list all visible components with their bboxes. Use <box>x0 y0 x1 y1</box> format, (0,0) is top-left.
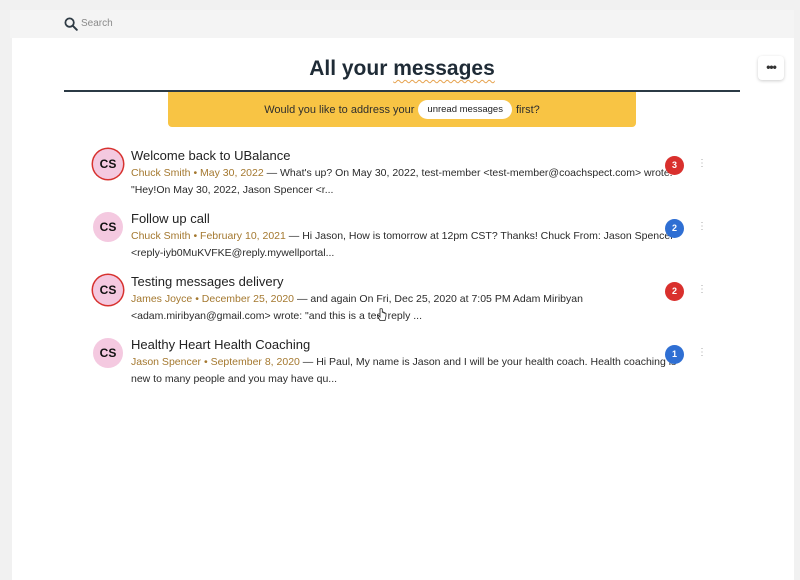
message-item[interactable]: CS Welcome back to UBalance Chuck Smith • … <box>90 147 710 205</box>
message-author: James Joyce <box>131 293 193 305</box>
page-title-prefix: All your <box>309 57 394 80</box>
meta-separator: • <box>190 230 201 242</box>
unread-count-badge: 3 <box>665 156 684 175</box>
more-options-button[interactable]: ••• <box>758 56 784 80</box>
unread-count-badge: 2 <box>665 282 684 301</box>
unread-count-badge: 2 <box>665 219 684 238</box>
message-meta: Jason Spencer • September 8, 2020 — Hi P… <box>131 356 676 368</box>
message-item[interactable]: CS Testing messages delivery James Joyce •… <box>90 273 710 331</box>
message-options-icon[interactable]: ⋮ <box>694 283 710 297</box>
search-input[interactable]: Search <box>81 18 113 29</box>
banner-suffix: first? <box>515 103 540 116</box>
message-subject[interactable]: Welcome back to UBalance <box>131 148 290 163</box>
avatar: CS <box>93 149 123 179</box>
message-options-icon[interactable]: ⋮ <box>694 220 710 234</box>
message-excerpt-continued: new to many people and you may have qu..… <box>131 373 338 385</box>
unread-banner: Would you like to address your unread me… <box>168 92 636 127</box>
message-subject[interactable]: Follow up call <box>131 211 210 226</box>
top-search-bar[interactable]: Search <box>10 10 794 38</box>
meta-separator: • <box>201 356 211 368</box>
banner-prefix: Would you like to address your <box>264 103 415 116</box>
unread-messages-button[interactable]: unread messages <box>418 100 512 119</box>
message-date: September 8, 2020 <box>210 356 300 368</box>
message-excerpt-continued: "Hey!On May 30, 2022, Jason Spencer <r..… <box>131 184 334 196</box>
meta-separator: • <box>192 293 202 305</box>
message-excerpt: — and again On Fri, Dec 25, 2020 at 7:05… <box>294 293 583 305</box>
message-author: Chuck Smith <box>131 167 191 179</box>
page-title-underlined: messages <box>393 57 495 80</box>
message-excerpt: — Hi Jason, How is tomorrow at 12pm CST?… <box>285 230 674 242</box>
search-icon[interactable] <box>64 17 78 31</box>
page-title: All your messages <box>64 57 740 81</box>
message-excerpt-continued: <reply-iyb0MuKVFKE@reply.mywellportal... <box>131 247 335 259</box>
avatar: CS <box>93 212 123 242</box>
avatar: CS <box>93 275 123 305</box>
message-excerpt: — Hi Paul, My name is Jason and I will b… <box>299 356 677 368</box>
mouse-cursor-icon <box>376 308 387 321</box>
message-author: Jason Spencer <box>131 356 202 368</box>
meta-separator: • <box>190 167 201 179</box>
message-meta: James Joyce • December 25, 2020 — and ag… <box>131 293 583 305</box>
message-date: February 10, 2021 <box>200 230 286 242</box>
unread-count-badge: 1 <box>665 345 684 364</box>
message-excerpt: — What's up? On May 30, 2022, test-membe… <box>263 167 673 179</box>
message-subject[interactable]: Healthy Heart Health Coaching <box>131 337 310 352</box>
message-item[interactable]: CS Healthy Heart Health Coaching Jason Spe… <box>90 336 710 394</box>
message-date: December 25, 2020 <box>201 293 295 305</box>
message-item[interactable]: CS Follow up call Chuck Smith • February 1… <box>90 210 710 268</box>
avatar: CS <box>93 338 123 368</box>
message-meta: Chuck Smith • February 10, 2021 — Hi Jas… <box>131 230 674 242</box>
message-options-icon[interactable]: ⋮ <box>694 346 710 360</box>
message-meta: Chuck Smith • May 30, 2022 — What's up? … <box>131 167 673 179</box>
message-options-icon[interactable]: ⋮ <box>694 157 710 171</box>
message-subject[interactable]: Testing messages delivery <box>131 274 283 289</box>
message-author: Chuck Smith <box>131 230 191 242</box>
message-date: May 30, 2022 <box>200 167 264 179</box>
